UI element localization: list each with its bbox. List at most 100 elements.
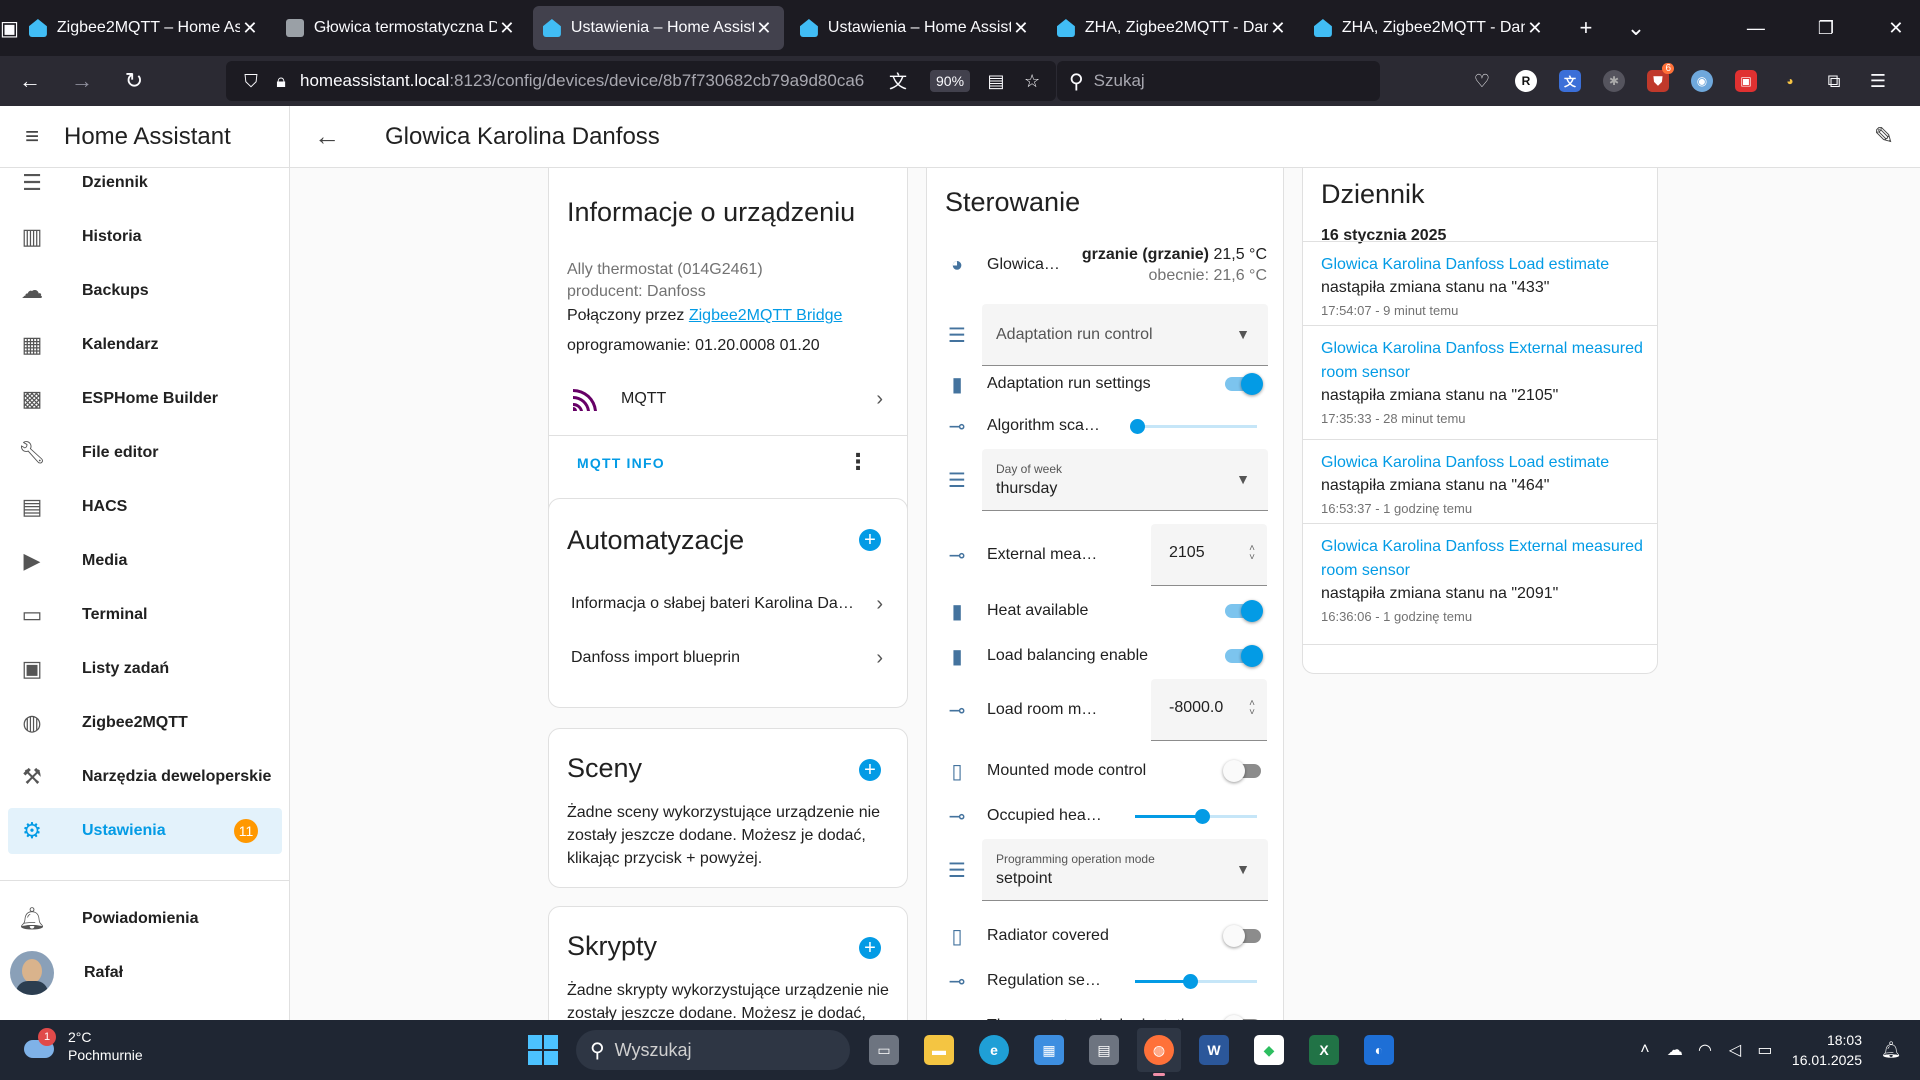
control-row-select[interactable]: ☰ Programming operation mode setpoint ▼	[927, 839, 1285, 901]
browser-tab[interactable]: Ustawienia – Home Assistan ✕	[532, 6, 784, 50]
add-script-button[interactable]: +	[859, 937, 881, 959]
sidebar-item-media[interactable]: ▶ Media	[8, 538, 282, 584]
url-bar[interactable]: ⛉ 🔒︎ homeassistant.local:8123/config/dev…	[226, 61, 1056, 101]
tab-close-icon[interactable]: ✕	[497, 18, 517, 39]
tab-close-icon[interactable]: ✕	[1011, 18, 1031, 39]
control-row-toggle[interactable]: ▮ Heat available	[927, 589, 1285, 633]
battery-icon[interactable]: ▭	[1750, 1040, 1780, 1060]
edge-icon[interactable]: e	[972, 1028, 1016, 1072]
back-icon[interactable]: ←	[8, 61, 52, 101]
zoom-level[interactable]: 90%	[930, 70, 971, 92]
toggle-switch[interactable]	[1223, 600, 1263, 622]
calculator-icon[interactable]: ▤	[1082, 1028, 1126, 1072]
sidebar-item-narz-dzia-deweloperskie[interactable]: ⚒ Narzędzia deweloperskie	[8, 754, 282, 800]
chevron-down-icon[interactable]: ⌄	[1611, 6, 1661, 50]
clock[interactable]: 18:03 16.01.2025	[1792, 1030, 1862, 1070]
taskbar-search[interactable]: ⚲ Wyszukaj	[576, 1030, 850, 1070]
tray-chevron-up-icon[interactable]: ˄	[1630, 1041, 1660, 1059]
lock-icon[interactable]: 🔒︎	[266, 71, 296, 92]
climate-entity-row[interactable]: ◕ Glowica Karolina Danfoss grzanie (grza…	[927, 237, 1285, 293]
color-extension-icon[interactable]: ◕	[1768, 56, 1812, 106]
logbook-entity-link[interactable]: Glowica Karolina Danfoss External measur…	[1321, 535, 1651, 583]
tab-close-icon[interactable]: ✕	[1525, 18, 1545, 39]
reader-view-icon[interactable]: ▤	[978, 71, 1014, 92]
forward-icon[interactable]: →	[60, 61, 104, 101]
toggle-switch[interactable]	[1223, 760, 1263, 782]
sidebar-item-dziennik[interactable]: ☰ Dziennik	[8, 160, 282, 206]
restore-icon[interactable]: ❐	[1791, 18, 1861, 39]
tab-close-icon[interactable]: ✕	[1268, 18, 1288, 39]
browser-tab[interactable]: ZHA, Zigbee2MQTT - Danfo ✕	[1047, 6, 1298, 50]
evernote-icon[interactable]: ◆	[1247, 1028, 1291, 1072]
pocket-icon[interactable]: ♡	[1460, 56, 1504, 106]
control-row-number[interactable]: ⊸ Load room mean -8000.0 ˄ ˅	[927, 679, 1285, 741]
select-dropdown[interactable]: Programming operation mode setpoint ▼	[982, 839, 1268, 901]
integration-row-mqtt[interactable]: MQTT ›	[549, 371, 909, 427]
toggle-switch[interactable]	[1223, 925, 1263, 947]
windows-start-icon[interactable]	[528, 1035, 558, 1065]
sidebar-item-notifications[interactable]: 🔔︎ Powiadomienia	[8, 896, 282, 942]
volume-icon[interactable]: ◁	[1720, 1040, 1750, 1060]
task-view-icon[interactable]: ▭	[862, 1028, 906, 1072]
extensions-puzzle-icon[interactable]: ⧉	[1812, 56, 1856, 106]
url-text[interactable]: homeassistant.local:8123/config/devices/…	[300, 71, 880, 91]
shield-icon[interactable]: ⛉	[236, 71, 266, 92]
edit-pencil-icon[interactable]: ✎	[1874, 122, 1894, 151]
app-menu-icon[interactable]: ☰	[1856, 56, 1900, 106]
select-dropdown[interactable]: Day of week thursday ▼	[982, 449, 1268, 511]
spinner-icon[interactable]: ˄ ˅	[1249, 699, 1255, 718]
sidebar-item-hacs[interactable]: ▤ HACS	[8, 484, 282, 530]
back-arrow-icon[interactable]: ←	[314, 121, 340, 152]
extension-r-icon[interactable]: R	[1504, 56, 1548, 106]
reload-icon[interactable]: ↻	[112, 61, 156, 101]
sidebar-item-esphome-builder[interactable]: ▩ ESPHome Builder	[8, 376, 282, 422]
new-tab-icon[interactable]: +	[1561, 6, 1611, 50]
logbook-entity-link[interactable]: Glowica Karolina Danfoss Load estimate	[1321, 253, 1651, 277]
control-row-slider[interactable]: ⊸ Regulation setpoint offset	[927, 959, 1285, 1003]
sidebar-item-listy-zada-[interactable]: ▣ Listy zadań	[8, 646, 282, 692]
disabled-extension-icon[interactable]: ✱	[1592, 56, 1636, 106]
automation-item[interactable]: Informacja o słabej bateri Karolina Danf…	[549, 577, 909, 631]
sidebar-item-historia[interactable]: ▥ Historia	[8, 214, 282, 260]
mqtt-info-button[interactable]: MQTT INFO	[577, 455, 665, 471]
control-row-slider[interactable]: ⊸ Occupied heating setpoint	[927, 794, 1285, 838]
add-automation-button[interactable]: +	[859, 529, 881, 551]
control-row-select[interactable]: ☰ Adaptation run control ▼	[927, 304, 1285, 366]
ublock-icon[interactable]: ⛊ 6	[1636, 56, 1680, 106]
select-dropdown[interactable]: Adaptation run control ▼	[982, 304, 1268, 366]
browser-tab[interactable]: Ustawienia – Home Assistan ✕	[790, 6, 1041, 50]
control-panel-icon[interactable]: ▦	[1027, 1028, 1071, 1072]
weather-widget[interactable]: 1 2°C Pochmurnie	[22, 1028, 143, 1064]
remote-desktop-icon[interactable]: ◐	[1357, 1028, 1401, 1072]
red-extension-icon[interactable]: ▣	[1724, 56, 1768, 106]
toggle-switch[interactable]	[1223, 373, 1263, 395]
control-row-number[interactable]: ⊸ External measured room sensor 2105 ˄˅	[927, 524, 1285, 586]
control-row-toggle[interactable]: ▮ Load balancing enable	[927, 634, 1285, 678]
notification-bell-icon[interactable]: 🔔︎	[1876, 1040, 1906, 1060]
control-row-slider[interactable]: ⊸ Algorithm scale factor	[927, 404, 1285, 448]
sidebar-item-file-editor[interactable]: 🔧︎ File editor	[8, 430, 282, 476]
browser-tab[interactable]: Zigbee2MQTT – Home Assis✕	[19, 6, 270, 50]
circle-extension-icon[interactable]: ◉	[1680, 56, 1724, 106]
automation-item[interactable]: Danfoss import blueprin ›	[549, 631, 909, 685]
control-row-toggle[interactable]: ▯ Radiator covered	[927, 914, 1285, 958]
close-window-icon[interactable]: ✕	[1861, 18, 1920, 39]
sidebar-item-kalendarz[interactable]: ▦ Kalendarz	[8, 322, 282, 368]
control-row-toggle[interactable]: ▯ Mounted mode control	[927, 749, 1285, 793]
onedrive-icon[interactable]: ☁	[1660, 1040, 1690, 1060]
range-slider[interactable]	[1135, 806, 1257, 826]
control-row-select[interactable]: ☰ Day of week thursday ▼	[927, 449, 1285, 511]
add-scene-button[interactable]: +	[859, 759, 881, 781]
toggle-switch[interactable]	[1223, 645, 1263, 667]
browser-tab[interactable]: Głowica termostatyczna Dan✕	[276, 6, 527, 50]
minimize-icon[interactable]: —	[1721, 18, 1791, 39]
control-row-toggle[interactable]: ▯Thermostat vertical orientation	[927, 1004, 1285, 1020]
range-slider[interactable]	[1135, 971, 1257, 991]
number-input[interactable]: -8000.0 ˄ ˅	[1151, 679, 1267, 741]
sidebar-item-terminal[interactable]: ▭ Terminal	[8, 592, 282, 638]
translate-extension-icon[interactable]: 文	[1548, 56, 1592, 106]
number-input[interactable]: 2105 ˄ ˅	[1151, 524, 1267, 586]
excel-icon[interactable]: X	[1302, 1028, 1346, 1072]
sidebar-item-zigbee2mqtt[interactable]: ◍ Zigbee2MQTT	[8, 700, 282, 746]
browser-tab[interactable]: ZHA, Zigbee2MQTT - Danfo ✕	[1304, 6, 1555, 50]
